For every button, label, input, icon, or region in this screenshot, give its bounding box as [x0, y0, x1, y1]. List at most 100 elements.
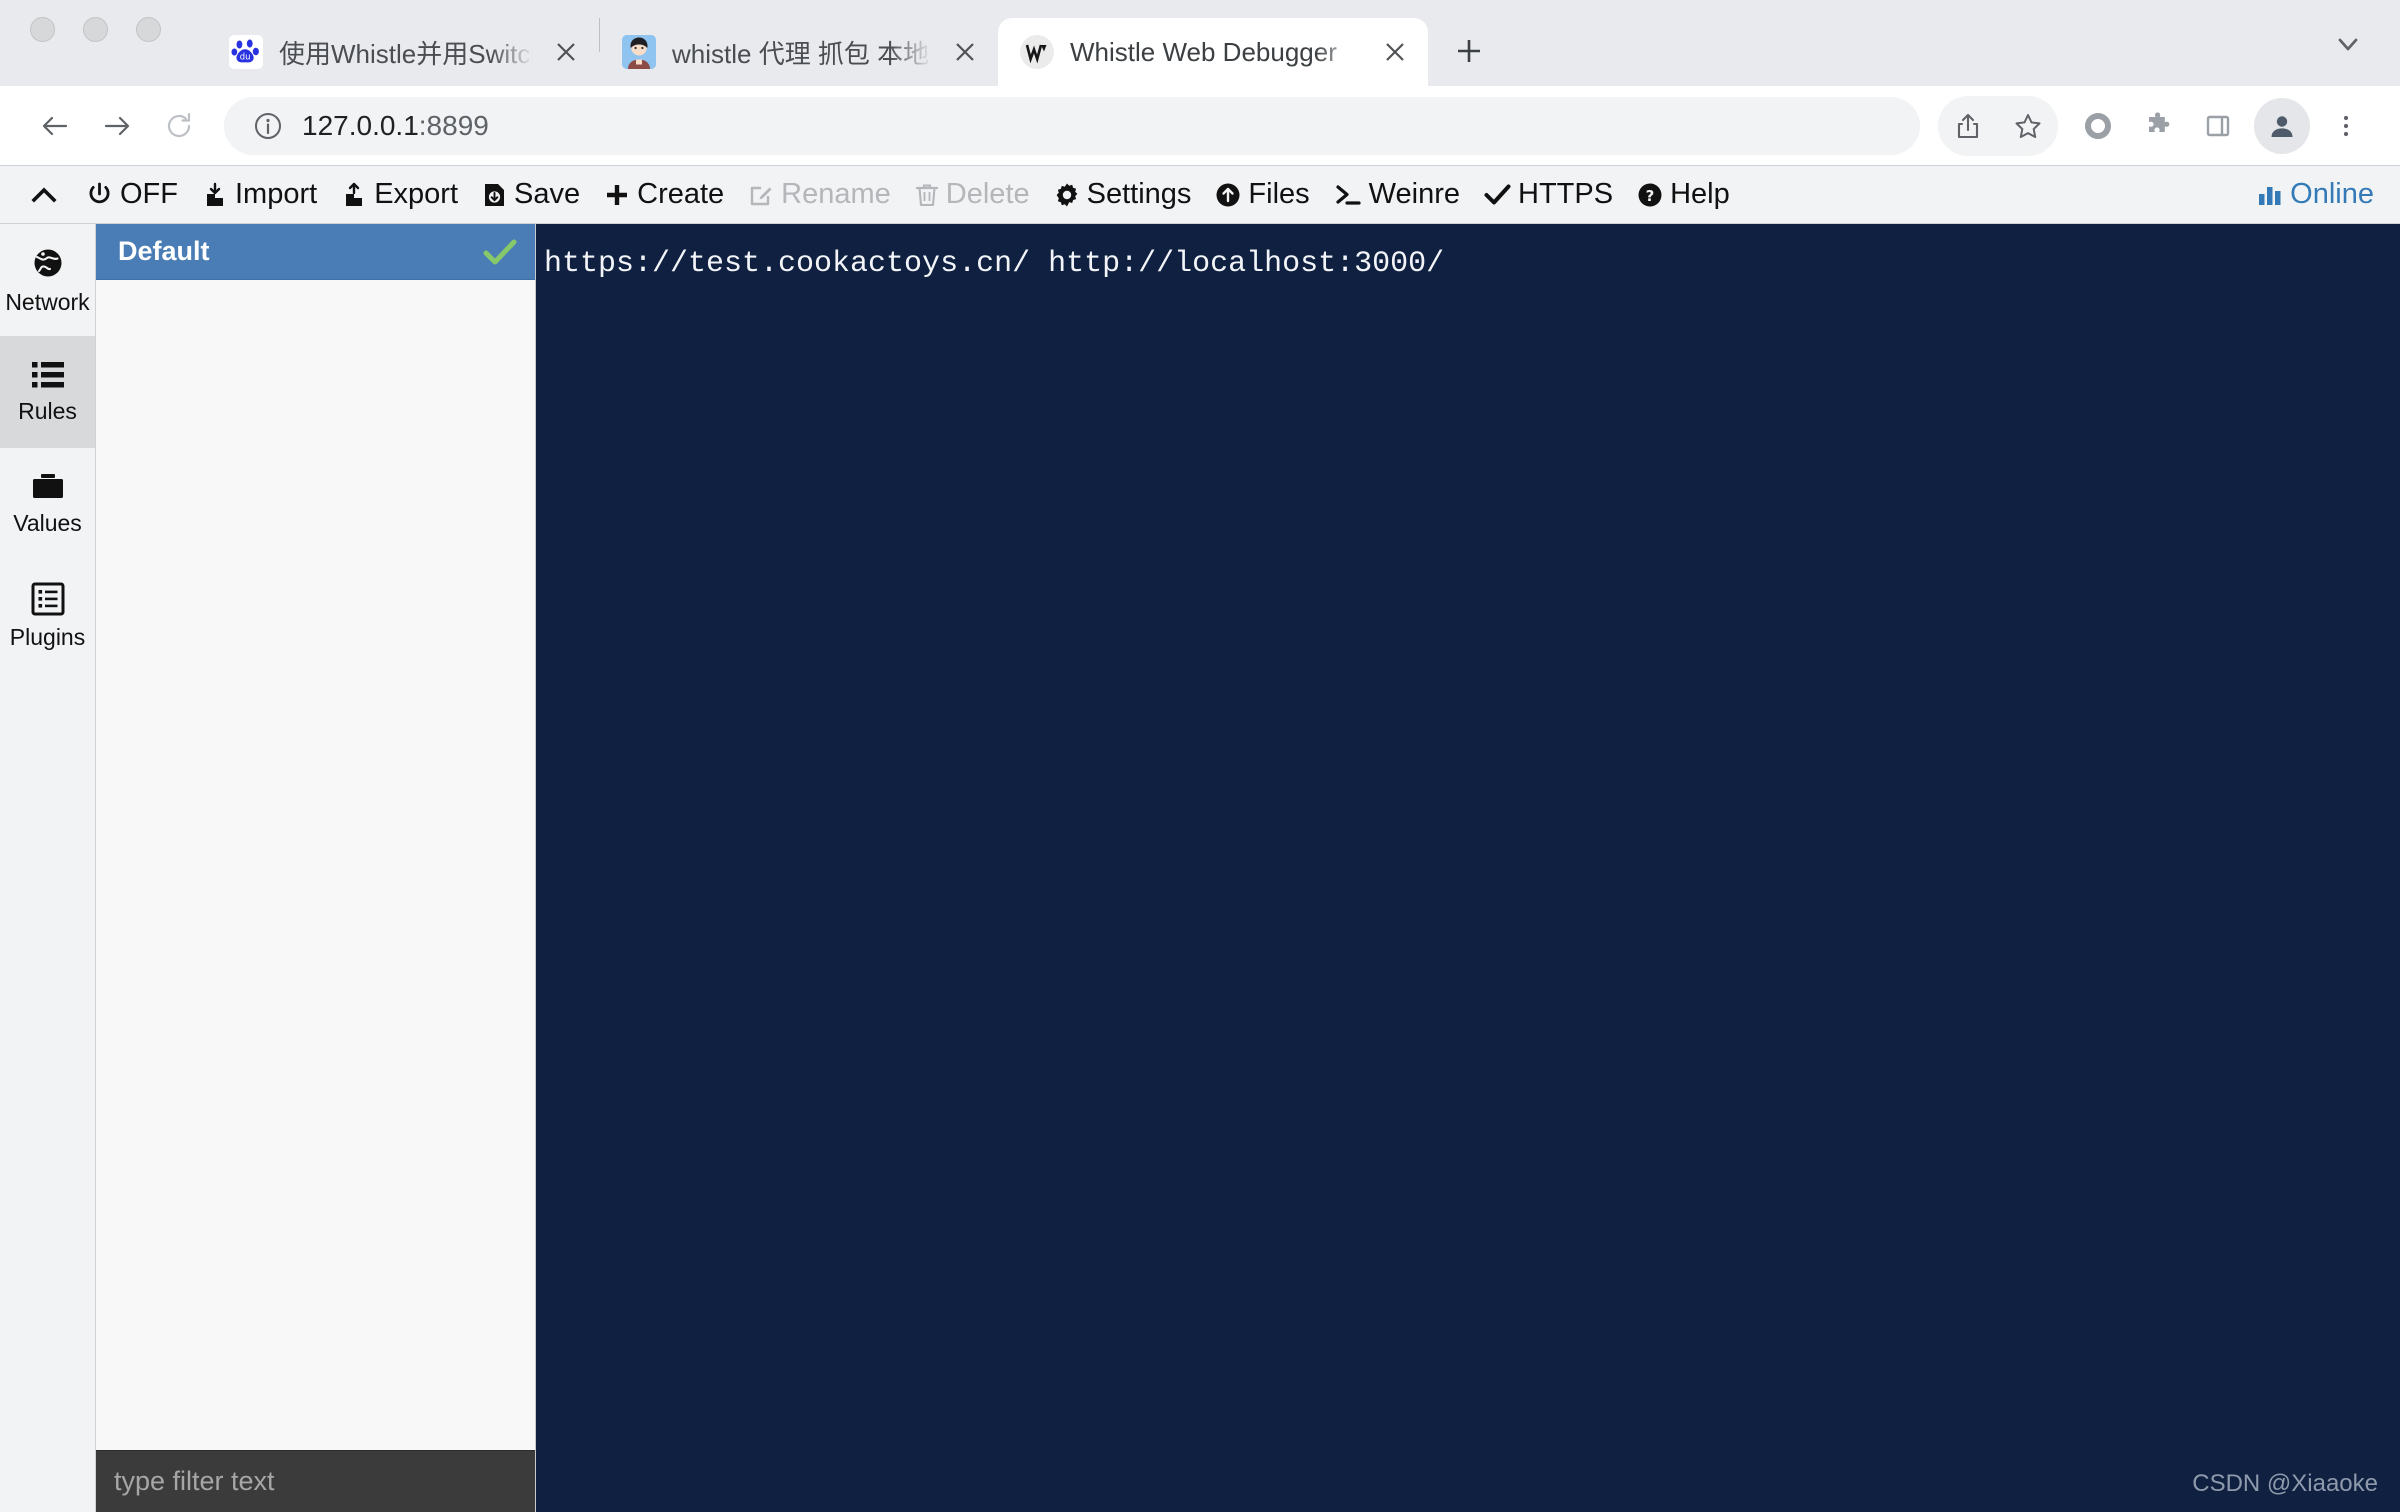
list-icon	[30, 360, 66, 390]
whistle-toolbar: OFF Import Export Save Create Rename Del…	[0, 166, 2400, 224]
rules-editor[interactable]: https://test.cookactoys.cn/ http://local…	[536, 224, 2400, 1512]
csdn-avatar-icon	[622, 35, 656, 69]
rules-list-item-label: Default	[118, 236, 210, 266]
rules-list: Default	[96, 224, 535, 1450]
browser-tab-1-title: 使用Whistle并用SwitchyOmega	[279, 38, 533, 69]
rules-editor-content[interactable]: https://test.cookactoys.cn/ http://local…	[536, 224, 2400, 287]
browser-action-buttons	[1938, 95, 2376, 156]
close-icon[interactable]	[1376, 33, 1414, 71]
toolbar-item-files-label: Files	[1248, 178, 1310, 210]
address-bar-text: 127.0.0.1:8899	[302, 110, 489, 142]
status-badge-online[interactable]: Online	[2257, 178, 2374, 211]
forward-arrow-icon[interactable]	[86, 95, 148, 157]
sidebar-item-plugins[interactable]: Plugins	[0, 560, 95, 672]
plugins-icon	[31, 582, 65, 616]
browser-tab-3[interactable]: Whistle Web Debugger	[998, 18, 1428, 86]
whistle-app: OFF Import Export Save Create Rename Del…	[0, 166, 2400, 1512]
edit-icon	[748, 182, 774, 208]
switchyomega-icon[interactable]	[2068, 96, 2128, 156]
browser-toolbar: 127.0.0.1:8899	[0, 86, 2400, 166]
sidebar-item-values[interactable]: Values	[0, 448, 95, 560]
watermark: CSDN @Xiaaoke	[2192, 1470, 2378, 1497]
address-port: :8899	[418, 109, 489, 141]
sidebar-item-network-label: Network	[5, 288, 90, 315]
toolbar-item-https[interactable]: HTTPS	[1472, 173, 1625, 217]
toolbar-item-rename[interactable]: Rename	[736, 173, 903, 217]
sidebar-item-rules-label: Rules	[18, 397, 77, 424]
svg-text:?: ?	[1646, 187, 1655, 205]
chevron-down-icon[interactable]	[2326, 22, 2370, 66]
info-circle-icon[interactable]	[250, 108, 286, 144]
upload-circle-icon	[1215, 182, 1241, 208]
terminal-icon	[1334, 182, 1362, 208]
sidebar-item-plugins-label: Plugins	[9, 623, 86, 650]
toolbar-item-delete[interactable]: Delete	[903, 173, 1042, 217]
toolbar-item-help[interactable]: ? Help	[1625, 173, 1742, 217]
toolbar-item-save-label: Save	[514, 178, 581, 210]
toolbar-item-import[interactable]: Import	[190, 173, 329, 217]
new-tab-button[interactable]	[1442, 24, 1496, 78]
toolbar-item-import-label: Import	[235, 178, 318, 210]
toolbar-item-export[interactable]: Export	[329, 173, 470, 217]
browser-tab-3-title: Whistle Web Debugger	[1070, 36, 1337, 67]
window-close-button[interactable]	[30, 16, 55, 42]
folder-icon	[30, 472, 66, 502]
rules-panel: Default	[96, 224, 536, 1512]
address-bar[interactable]: 127.0.0.1:8899	[224, 96, 1920, 155]
browser-tab-2[interactable]: whistle 代理 抓包 本地替换 - Ja	[600, 18, 998, 86]
check-icon[interactable]	[483, 238, 517, 266]
sidebar-item-rules[interactable]: Rules	[0, 336, 95, 448]
toolbar-item-help-label: Help	[1670, 178, 1730, 210]
side-panel-icon[interactable]	[2188, 96, 2248, 156]
toolbar-item-files[interactable]: Files	[1203, 173, 1321, 217]
rules-list-item-default[interactable]: Default	[96, 224, 535, 280]
rules-filter-bar	[96, 1450, 535, 1512]
toolbar-item-settings-label: Settings	[1086, 178, 1192, 210]
window-maximize-button[interactable]	[136, 16, 161, 42]
close-icon[interactable]	[547, 33, 585, 71]
chevron-up-icon[interactable]	[14, 173, 74, 217]
reload-icon[interactable]	[148, 95, 210, 157]
trash-icon	[915, 182, 939, 208]
toolbar-item-save[interactable]: Save	[470, 173, 592, 217]
baidu-icon: du	[229, 35, 263, 69]
toolbar-item-https-label: HTTPS	[1518, 178, 1614, 210]
browser-tab-1[interactable]: du 使用Whistle并用SwitchyOmega	[207, 18, 599, 86]
puzzle-icon[interactable]	[2128, 96, 2188, 156]
browser-window: du 使用Whistle并用SwitchyOmega	[0, 0, 2400, 1512]
toolbar-item-off[interactable]: OFF	[74, 173, 190, 217]
toolbar-item-weinre[interactable]: Weinre	[1322, 173, 1472, 217]
three-dots-icon[interactable]	[2316, 96, 2376, 156]
toolbar-item-off-label: OFF	[120, 178, 178, 210]
toolbar-item-create-label: Create	[637, 178, 725, 210]
whistle-body: Network Rules Values Plugins Default typ…	[0, 224, 2400, 1512]
toolbar-item-delete-label: Delete	[945, 178, 1030, 210]
toolbar-item-rename-label: Rename	[781, 178, 891, 210]
back-arrow-icon[interactable]	[24, 95, 86, 157]
share-icon[interactable]	[1938, 96, 1998, 156]
sidebar-item-network[interactable]: Network	[0, 224, 95, 336]
gear-icon	[1054, 182, 1080, 208]
status-badge-online-label: Online	[2290, 178, 2374, 210]
window-traffic-lights	[30, 0, 161, 86]
power-icon	[86, 181, 113, 208]
sidebar-item-values-label: Values	[13, 509, 82, 536]
rules-filter-input[interactable]	[114, 1466, 517, 1497]
window-minimize-button[interactable]	[83, 16, 108, 42]
import-icon	[202, 182, 228, 208]
address-host: 127.0.0.1	[302, 109, 419, 141]
toolbar-item-export-label: Export	[374, 178, 459, 210]
save-icon	[482, 182, 507, 208]
toolbar-item-create[interactable]: Create	[592, 173, 736, 217]
avatar-icon[interactable]	[2254, 97, 2310, 154]
globe-icon	[30, 245, 66, 281]
star-icon[interactable]	[1998, 96, 2058, 156]
toolbar-item-settings[interactable]: Settings	[1042, 173, 1204, 217]
toolbar-item-weinre-label: Weinre	[1368, 178, 1460, 210]
close-icon[interactable]	[946, 33, 984, 71]
whistle-icon	[1020, 35, 1054, 69]
question-circle-icon: ?	[1637, 182, 1663, 208]
export-icon	[341, 182, 367, 208]
bar-chart-icon	[2257, 183, 2283, 207]
plus-icon	[604, 182, 630, 208]
